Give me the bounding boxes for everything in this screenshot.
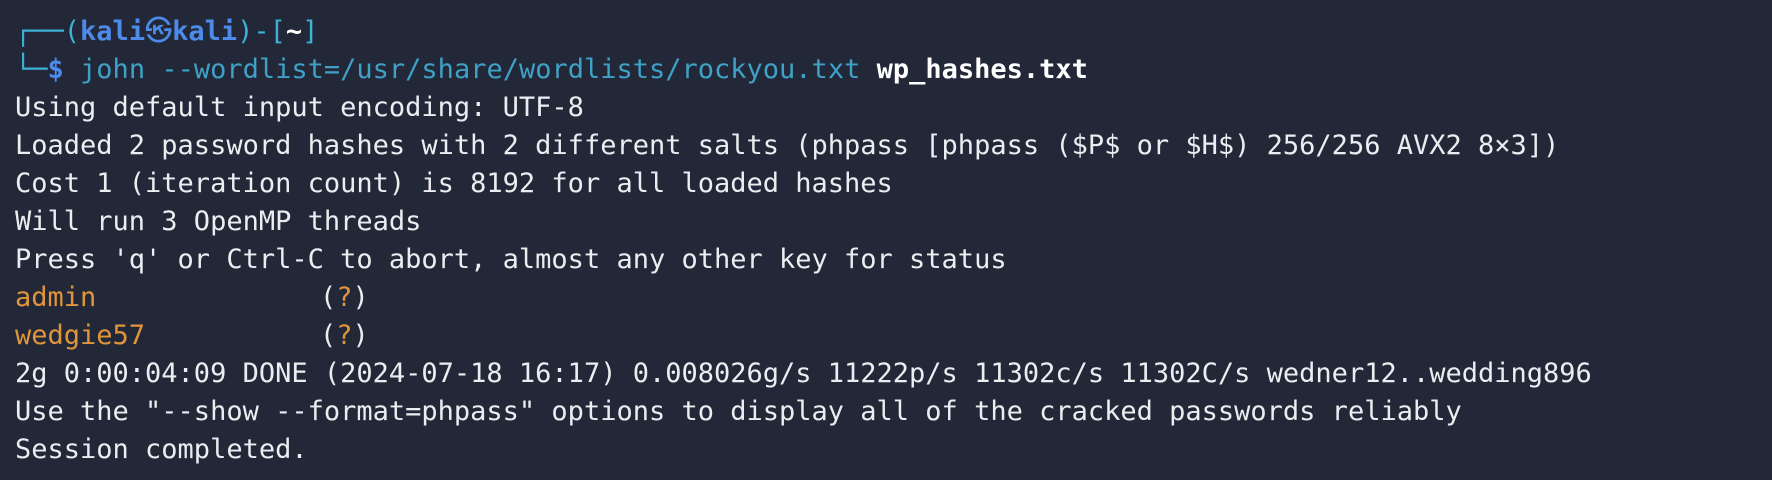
prompt-cwd: ~ xyxy=(285,16,303,47)
prompt-corner-top: ┌── xyxy=(15,16,64,47)
cracked-user: ? xyxy=(336,320,353,351)
output-line: Using default input encoding: UTF-8 xyxy=(15,92,584,123)
prompt-user: kali xyxy=(80,16,146,47)
cracked-user-open: ( xyxy=(320,282,337,313)
command-args: --wordlist=/usr/share/wordlists/rockyou.… xyxy=(161,54,861,85)
cracked-user-open: ( xyxy=(320,320,337,351)
prompt-header: ┌──(kali㉿kali)-[~] xyxy=(15,13,1772,51)
output-line: Use the "--show --format=phpass" options… xyxy=(15,396,1462,427)
cracked-row: admin (?) xyxy=(15,279,1772,317)
prompt-open-paren: ( xyxy=(63,16,81,47)
cracked-row: wedgie57 (?) xyxy=(15,317,1772,355)
cracked-password: admin xyxy=(15,282,97,313)
prompt-host: kali xyxy=(172,16,238,47)
prompt-close-bracket: ] xyxy=(302,16,319,47)
output-line: Will run 3 OpenMP threads xyxy=(15,206,422,237)
cracked-user-close: ) xyxy=(352,320,369,351)
kali-at-icon: ㉿ xyxy=(145,16,173,47)
cracked-password: wedgie57 xyxy=(15,320,146,351)
output-line: Press 'q' or Ctrl-C to abort, almost any… xyxy=(15,244,1007,275)
status-line: 2g 0:00:04:09 DONE (2024-07-18 16:17) 0.… xyxy=(15,358,1592,389)
command-program: john xyxy=(80,54,146,85)
command-target: wp_hashes.txt xyxy=(876,54,1088,85)
output-line: Session completed. xyxy=(15,434,308,465)
output-line: Loaded 2 password hashes with 2 differen… xyxy=(15,130,1560,161)
cracked-user-close: ) xyxy=(352,282,369,313)
terminal-window[interactable]: ┌──(kali㉿kali)-[~] └─$ john --wordlist=/… xyxy=(0,0,1772,480)
prompt-corner-bottom: └─ xyxy=(15,54,48,85)
output-line: Cost 1 (iteration count) is 8192 for all… xyxy=(15,168,893,199)
prompt-close-paren: )-[ xyxy=(237,16,286,47)
prompt-dollar: $ xyxy=(47,54,64,85)
command-line[interactable]: └─$ john --wordlist=/usr/share/wordlists… xyxy=(15,51,1772,89)
cracked-user: ? xyxy=(336,282,353,313)
